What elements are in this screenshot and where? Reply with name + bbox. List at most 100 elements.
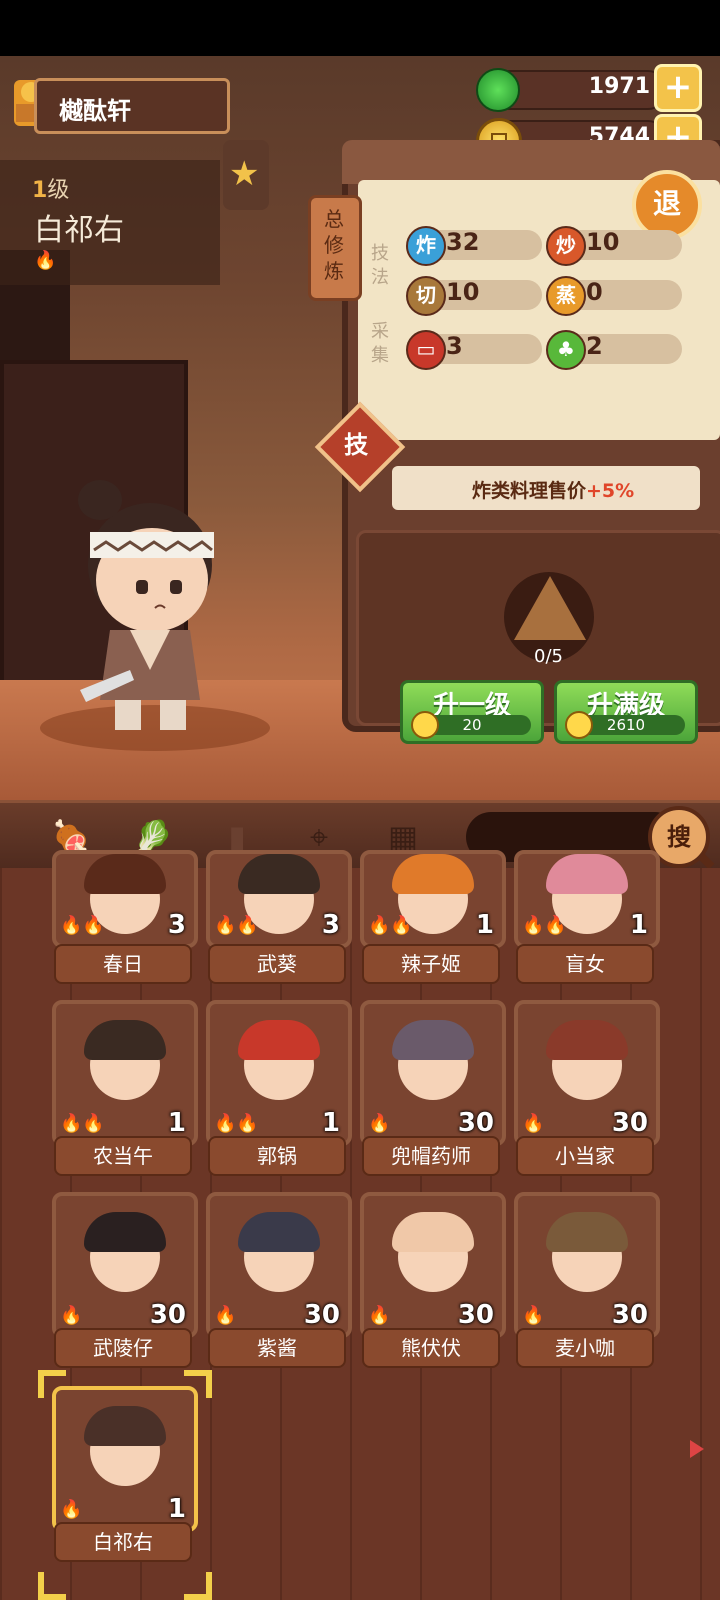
hero-name: 白祁右: [34, 213, 124, 248]
vegetable-gather-icon: ♣: [546, 330, 586, 370]
hero-level: 1级: [32, 178, 70, 203]
character-portrait-hair: [546, 854, 628, 894]
flame-rank-icon: 🔥: [368, 1113, 391, 1134]
character-card[interactable]: 🔥🔥 1: [52, 1000, 198, 1146]
selection-corner: [184, 1370, 212, 1398]
character-card[interactable]: 🔥 30: [52, 1192, 198, 1338]
selection-corner: [184, 1572, 212, 1600]
skill-book-icon: [514, 576, 586, 640]
character-name-label[interactable]: 紫酱: [208, 1328, 346, 1368]
upgrade-max-cost: 2610: [606, 716, 646, 734]
meat-value: 3: [446, 332, 463, 360]
stirfry-value: 10: [586, 228, 620, 256]
character-card[interactable]: 🔥 30: [360, 1000, 506, 1146]
character-card[interactable]: 🔥 30: [514, 1192, 660, 1338]
character-card[interactable]: 🔥 1: [52, 1386, 198, 1532]
skills-label: 技法: [371, 243, 389, 288]
favorite-star-button[interactable]: ★: [223, 140, 269, 210]
character-name-label[interactable]: 麦小咖: [516, 1328, 654, 1368]
coin-icon: [411, 711, 439, 739]
character-level: 30: [457, 1300, 494, 1330]
character-level: 1: [629, 910, 648, 940]
character-name-label[interactable]: 春日: [54, 944, 192, 984]
character-level: 30: [149, 1300, 186, 1330]
character-level: 1: [475, 910, 494, 940]
character-portrait-hair: [546, 1020, 628, 1060]
upgrade-max-button[interactable]: 升满级 2610: [554, 680, 698, 744]
meat-gather-icon: ▭: [406, 330, 446, 370]
scroll-indicator-icon[interactable]: [690, 1440, 704, 1458]
flame-rank-icon: 🔥🔥: [522, 915, 567, 936]
character-name-label[interactable]: 小当家: [516, 1136, 654, 1176]
character-card[interactable]: 🔥 30: [206, 1192, 352, 1338]
cut-skill-icon: 切: [406, 276, 446, 316]
character-level: 30: [457, 1108, 494, 1138]
character-name-label[interactable]: 兜帽药师: [362, 1136, 500, 1176]
flame-rank-icon: 🔥🔥: [214, 915, 259, 936]
character-name-label[interactable]: 郭锅: [208, 1136, 346, 1176]
flame-rank-icon: 🔥: [522, 1305, 545, 1326]
flame-rank-icon: 🔥: [60, 1305, 83, 1326]
flame-rank-icon: 🔥🔥: [60, 1113, 105, 1134]
character-level: 30: [611, 1300, 648, 1330]
skill-progress: 0/5: [534, 646, 563, 667]
character-level: 1: [167, 1494, 186, 1524]
character-portrait-hair: [84, 1020, 166, 1060]
character-portrait-hair: [392, 1212, 474, 1252]
steam-value: 0: [586, 278, 603, 306]
character-portrait-hair: [392, 1020, 474, 1060]
character-card[interactable]: 🔥🔥 1: [514, 850, 660, 948]
character-level: 3: [167, 910, 186, 940]
character-card[interactable]: 🔥 30: [360, 1192, 506, 1338]
character-level: 3: [321, 910, 340, 940]
cut-value: 10: [446, 278, 480, 306]
character-name-label[interactable]: 武陵仔: [54, 1328, 192, 1368]
character-card[interactable]: 🔥🔥 1: [360, 850, 506, 948]
shop-name-plate[interactable]: 樾酞轩: [34, 78, 230, 134]
total-training-tag[interactable]: 总修炼: [308, 195, 362, 301]
selection-corner: [38, 1572, 66, 1600]
flame-rank-icon: 🔥: [368, 1305, 391, 1326]
character-card[interactable]: 🔥🔥 3: [206, 850, 352, 948]
coin-icon: [565, 711, 593, 739]
character-portrait-hair: [84, 1406, 166, 1446]
star-icon: ★: [229, 154, 260, 194]
character-level: 1: [321, 1108, 340, 1138]
character-portrait-hair: [238, 854, 320, 894]
jade-icon: [476, 68, 520, 112]
character-portrait-hair: [238, 1212, 320, 1252]
character-portrait-hair: [546, 1212, 628, 1252]
gather-label: 采集: [371, 321, 389, 366]
character-name-label[interactable]: 盲女: [516, 944, 654, 984]
upgrade-one-cost: 20: [462, 716, 482, 734]
flame-rank-icon: 🔥: [60, 1499, 83, 1520]
character-name-label[interactable]: 白祁右: [54, 1522, 192, 1562]
character-name-label[interactable]: 辣子姬: [362, 944, 500, 984]
character-portrait-hair: [392, 854, 474, 894]
character-level: 1: [167, 1108, 186, 1138]
upgrade-one-button[interactable]: 升一级 20: [400, 680, 544, 744]
character-card[interactable]: 🔥🔥 3: [52, 850, 198, 948]
hero-character-sprite[interactable]: [60, 470, 240, 750]
character-name-label[interactable]: 熊伏伏: [362, 1328, 500, 1368]
stirfry-skill-icon: 炒: [546, 226, 586, 266]
steam-skill-icon: 蒸: [546, 276, 586, 316]
flame-rank-icon: 🔥🔥: [214, 1113, 259, 1134]
character-name-label[interactable]: 农当午: [54, 1136, 192, 1176]
add-jade-button[interactable]: +: [654, 64, 702, 112]
character-level: 30: [611, 1108, 648, 1138]
flame-rank-icon: 🔥🔥: [368, 915, 413, 936]
flame-rank-icon: 🔥🔥: [60, 915, 105, 936]
selection-corner: [38, 1370, 66, 1398]
skill-bonus-banner: 炸类料理售价+5%: [392, 466, 700, 510]
character-card[interactable]: 🔥 30: [514, 1000, 660, 1146]
shop-name: 樾酞轩: [59, 97, 131, 125]
character-name-label[interactable]: 武葵: [208, 944, 346, 984]
vegetable-value: 2: [586, 332, 603, 360]
fry-skill-icon: 炸: [406, 226, 446, 266]
flame-icon: 🔥: [34, 250, 57, 271]
character-card[interactable]: 🔥🔥 1: [206, 1000, 352, 1146]
flame-rank-icon: 🔥: [522, 1113, 545, 1134]
character-portrait-hair: [238, 1020, 320, 1060]
character-portrait-hair: [84, 854, 166, 894]
